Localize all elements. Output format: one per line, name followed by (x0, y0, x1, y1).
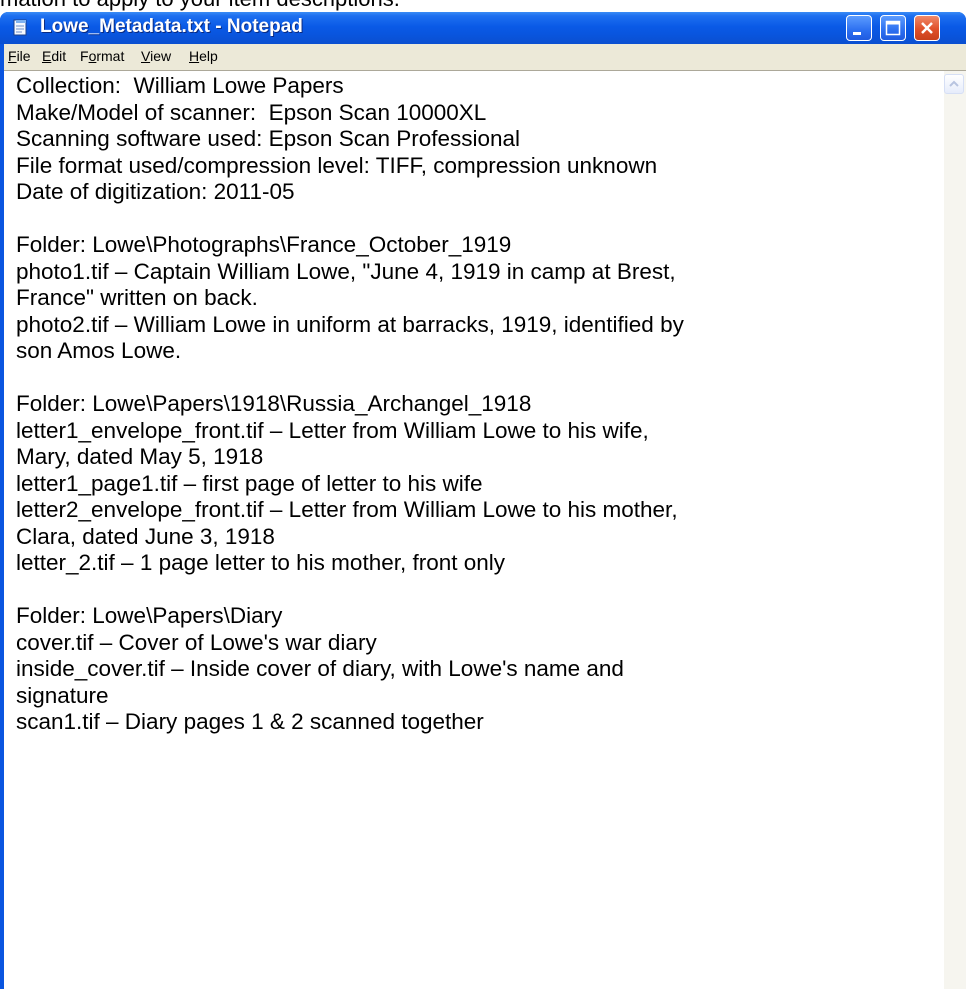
minimize-icon (853, 32, 861, 35)
text-line: Mary, dated May 5, 1918 (16, 444, 264, 469)
close-button[interactable] (914, 15, 940, 41)
text-line: Folder: Lowe\Papers\Diary (16, 603, 283, 628)
menu-help[interactable]: Help (189, 48, 218, 64)
close-icon (921, 22, 933, 34)
menu-format[interactable]: Format (80, 48, 124, 64)
text-line: photo2.tif – William Lowe in uniform at … (16, 311, 684, 337)
maximize-icon (885, 20, 901, 36)
vertical-scrollbar[interactable] (944, 71, 966, 989)
text-line: Collection: William Lowe Papers (16, 73, 344, 98)
text-line: Scanning software used: Epson Scan Profe… (16, 126, 521, 151)
menu-bar: File Edit Format View Help (4, 44, 966, 70)
menu-view[interactable]: View (141, 48, 171, 64)
text-line: son Amos Lowe. (16, 338, 182, 363)
text-line: File format used/compression level: TIFF… (16, 152, 658, 178)
text-line: letter_2.tif – 1 page letter to his moth… (16, 550, 506, 575)
menu-file[interactable]: File (8, 48, 31, 64)
text-line: Make/Model of scanner: Epson Scan 10000X… (16, 99, 487, 125)
text-line: letter2_envelope_front.tif – Letter from… (16, 497, 678, 522)
text-line: inside_cover.tif – Inside cover of diary… (16, 656, 624, 681)
text-editor[interactable]: Collection: William Lowe Papers Make/Mode… (4, 70, 966, 989)
text-line: letter1_page1.tif – first page of letter… (16, 470, 483, 496)
text-line: scan1.tif – Diary pages 1 & 2 scanned to… (16, 709, 484, 734)
background-page-text: mation to apply to your item description… (0, 0, 400, 12)
scroll-up-button[interactable] (944, 74, 964, 94)
minimize-button[interactable] (846, 15, 872, 41)
window-title: Lowe_Metadata.txt - Notepad (40, 16, 303, 37)
text-line: Clara, dated June 3, 1918 (16, 523, 275, 549)
title-bar[interactable]: Lowe_Metadata.txt - Notepad (0, 12, 966, 44)
text-line: Date of digitization: 2011-05 (16, 179, 295, 204)
document-text[interactable]: Collection: William Lowe Papers Make/Mode… (16, 73, 926, 988)
maximize-button[interactable] (880, 15, 906, 41)
text-line: signature (16, 682, 109, 708)
menu-edit[interactable]: Edit (42, 48, 66, 64)
text-line: France" written on back. (16, 285, 258, 310)
notepad-app-icon[interactable] (12, 19, 30, 37)
text-line: letter1_envelope_front.tif – Letter from… (16, 417, 649, 443)
text-line: Folder: Lowe\Papers\1918\Russia_Archange… (16, 391, 532, 416)
text-line: Folder: Lowe\Photographs\France_October_… (16, 232, 512, 257)
chevron-up-icon (949, 80, 959, 87)
text-line: photo1.tif – Captain William Lowe, "June… (16, 258, 676, 284)
notepad-window: Lowe_Metadata.txt - Notepad File Edit Fo… (0, 12, 966, 989)
text-line: cover.tif – Cover of Lowe's war diary (16, 629, 377, 655)
